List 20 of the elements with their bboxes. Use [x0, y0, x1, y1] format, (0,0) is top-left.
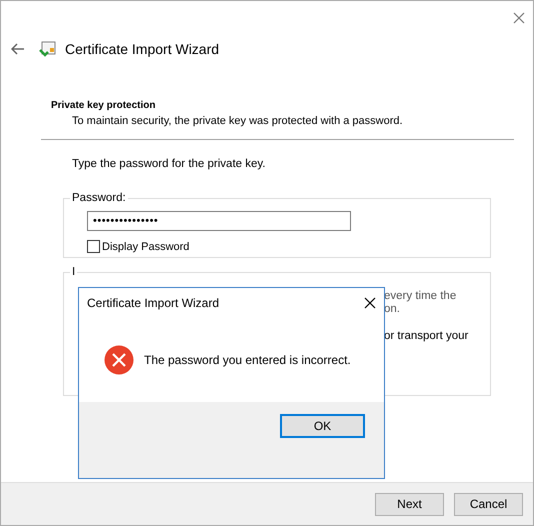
wizard-title: Certificate Import Wizard [65, 41, 220, 57]
password-field[interactable]: ••••••••••••••• [87, 211, 351, 231]
cancel-button[interactable]: Cancel [454, 492, 523, 516]
checkbox-label: Display Password [102, 240, 190, 252]
section-description: To maintain security, the private key was protected with a password. [72, 115, 404, 127]
section-heading: Private key protection [51, 100, 156, 111]
error-icon [104, 345, 134, 375]
group-label: Password: [71, 192, 127, 204]
ok-button[interactable]: OK [280, 414, 365, 438]
certificate-icon [39, 40, 57, 58]
close-icon[interactable] [364, 297, 376, 309]
masked-password: ••••••••••••••• [93, 215, 158, 227]
next-button[interactable]: Next [375, 492, 444, 516]
back-arrow-icon[interactable] [11, 43, 25, 55]
error-message: The password you entered is incorrect. [144, 353, 351, 367]
group-label: I [71, 266, 76, 278]
display-password-checkbox[interactable] [87, 240, 100, 253]
password-prompt: Type the password for the private key. [72, 158, 266, 170]
option-text: every time the [384, 290, 458, 303]
dialog-title: Certificate Import Wizard [87, 296, 220, 310]
